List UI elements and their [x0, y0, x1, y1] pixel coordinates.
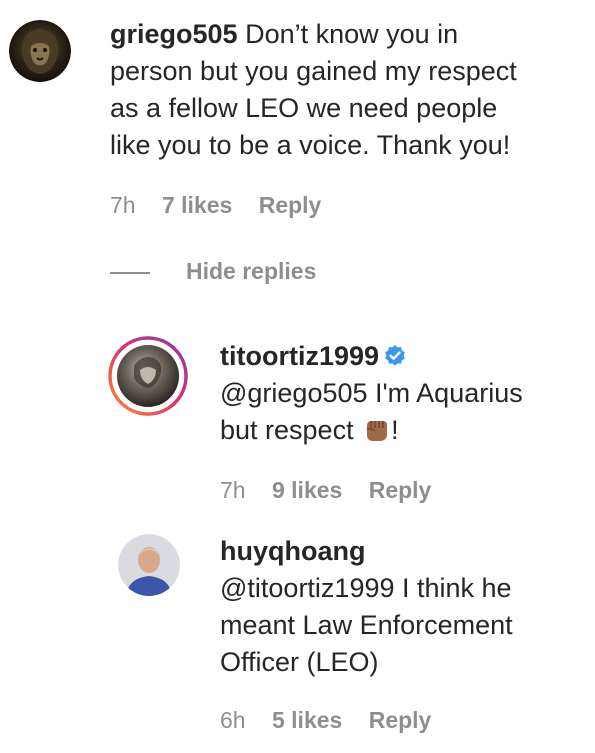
reply-likes[interactable]: 5 likes	[272, 707, 342, 733]
reply-body-line: but respect	[220, 415, 354, 445]
comment-body-line: Don’t know you in	[245, 19, 459, 49]
reply-body-line: @griego505 I'm Aquarius	[220, 378, 523, 408]
reply-body-line: !	[391, 415, 399, 445]
comment-likes[interactable]: 7 likes	[162, 192, 232, 218]
reply-time: 7h	[220, 477, 246, 503]
reply-meta: 6h 5 likes Reply	[220, 707, 451, 734]
avatar[interactable]	[9, 20, 71, 82]
avatar[interactable]	[108, 336, 188, 416]
comment-body-line: as a fellow LEO we need people	[110, 93, 498, 123]
reply-text: huyqhoang @titoortiz1999 I think he mean…	[220, 533, 580, 681]
reply-username[interactable]: huyqhoang	[220, 536, 365, 566]
reply-body-line: @titoortiz1999 I think he	[220, 573, 512, 603]
reply-button[interactable]: Reply	[369, 477, 432, 503]
reply-username[interactable]: titoortiz1999	[220, 341, 379, 371]
hide-replies-label: Hide replies	[186, 258, 317, 284]
comment-meta: 7h 7 likes Reply	[110, 192, 341, 219]
verified-badge-icon	[385, 344, 405, 366]
person-avatar-icon	[118, 534, 180, 596]
reply-likes[interactable]: 9 likes	[272, 477, 342, 503]
hide-replies-button[interactable]: Hide replies	[110, 258, 316, 285]
reply-button[interactable]: Reply	[259, 192, 322, 218]
lion-avatar-icon	[9, 20, 71, 82]
comment-body-line: person but you gained my respect	[110, 56, 517, 86]
reply-body-line: meant Law Enforcement	[220, 610, 513, 640]
reply-time: 6h	[220, 707, 246, 733]
comment-username[interactable]: griego505	[110, 19, 238, 49]
reply-button[interactable]: Reply	[369, 707, 432, 733]
story-ring-avatar-icon	[108, 336, 188, 416]
comment-text: griego505 Don’t know you in person but y…	[110, 16, 580, 164]
raised-fist-icon	[366, 420, 388, 441]
comment-body-line: like you to be a voice. Thank you!	[110, 130, 511, 160]
avatar[interactable]	[118, 534, 180, 596]
divider	[110, 271, 150, 274]
reply-text: titoortiz1999 @griego505 I'm Aquarius bu…	[220, 338, 580, 449]
comment-time: 7h	[110, 192, 136, 218]
reply-body-line: Officer (LEO)	[220, 647, 379, 677]
reply-meta: 7h 9 likes Reply	[220, 477, 451, 504]
